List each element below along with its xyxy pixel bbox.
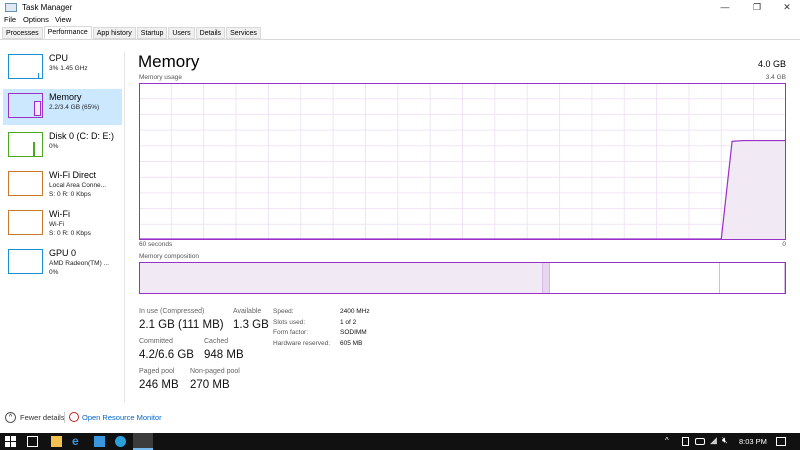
property-label: Speed: <box>273 308 294 315</box>
tab-details[interactable]: Details <box>195 27 226 39</box>
memory-usage-label: Memory usage <box>139 74 182 81</box>
stat-value: 1.3 GB <box>233 319 269 331</box>
start-windows-icon[interactable] <box>5 436 16 447</box>
chevron-up-icon[interactable]: ^ <box>5 412 16 423</box>
sidebar-item-name: CPU <box>49 53 69 63</box>
page-title: Memory <box>138 52 200 71</box>
total-memory: 4.0 GB <box>757 59 786 69</box>
sidebar-item-wi-fi[interactable]: Wi-Fi Wi-Fi S: 0 R: 0 Kbps <box>3 206 122 242</box>
usage-max-label: 3.4 GB <box>765 74 786 81</box>
minimize-button[interactable]: — <box>710 0 740 14</box>
property-value: SODIMM <box>340 329 367 336</box>
menu-view[interactable]: View <box>55 15 71 24</box>
tab-divider <box>0 39 800 40</box>
sidebar-item-subdetail: 0% <box>49 269 59 276</box>
tab-services[interactable]: Services <box>226 27 261 39</box>
property-value: 605 MB <box>340 339 363 347</box>
sidebar-item-detail: 2.2/3.4 GB (65%) <box>49 104 100 111</box>
sidebar-item-wi-fi[interactable]: Wi-Fi Direct Local Area Conne... S: 0 R: 0… <box>3 167 122 203</box>
open-resource-monitor-link[interactable]: Open Resource Monitor <box>82 413 162 422</box>
tab-bar: Processes Performance App history Startu… <box>2 26 262 39</box>
file-explorer-icon[interactable] <box>51 436 62 447</box>
sidebar-item-detail: Wi-Fi <box>49 221 65 228</box>
stat-label: In use (Compressed) <box>139 308 205 315</box>
stat-value: 246 MB <box>139 379 179 391</box>
sidebar-divider <box>124 52 125 402</box>
stat-value: 2.1 GB (111 MB) <box>139 319 224 331</box>
task-view-icon[interactable] <box>27 436 38 447</box>
telegram-icon[interactable] <box>115 436 126 447</box>
tablet-icon[interactable] <box>682 437 689 446</box>
tab-users[interactable]: Users <box>168 27 195 39</box>
sidebar-thumbnail-graph <box>8 249 43 274</box>
composition-segment-free <box>720 263 785 293</box>
composition-segment-in-use <box>140 263 544 293</box>
task-manager-taskbar-button[interactable] <box>133 433 153 450</box>
sidebar-item-name: Wi-Fi Direct <box>49 170 96 180</box>
tab-startup[interactable]: Startup <box>136 27 168 39</box>
stat-value: 4.2/6.6 GB <box>139 349 194 361</box>
sidebar-item-name: Wi-Fi <box>49 209 70 219</box>
mail-icon[interactable] <box>94 436 105 447</box>
sidebar-item-detail: 0% <box>49 143 59 150</box>
x-axis-left-label: 60 seconds <box>139 241 173 248</box>
sidebar-thumbnail-graph <box>8 210 43 235</box>
tab-app-history[interactable]: App history <box>92 27 136 39</box>
sidebar-item-name: Memory <box>49 92 82 102</box>
stat-label: Available <box>233 308 262 315</box>
menu-options[interactable]: Options <box>23 15 49 24</box>
memory-composition-label: Memory composition <box>139 253 199 260</box>
sidebar-item-detail: Local Area Conne... <box>49 182 107 189</box>
edge-icon[interactable]: e <box>72 435 83 447</box>
sidebar-thumbnail-graph <box>8 93 43 118</box>
sidebar-thumbnail-graph <box>8 171 43 196</box>
window-title: Task Manager <box>22 3 73 12</box>
stat-label: Committed <box>139 338 173 345</box>
sidebar-item-subdetail: S: 0 R: 0 Kbps <box>49 191 91 198</box>
task-manager-icon <box>5 3 17 12</box>
sidebar-item-cpu[interactable]: CPU 3% 1.45 GHz <box>3 50 122 86</box>
maximize-button[interactable]: ❐ <box>742 0 772 14</box>
resource-monitor-icon <box>69 412 79 422</box>
stat-label: Paged pool <box>139 368 175 375</box>
sidebar-item-name: GPU 0 <box>49 248 77 258</box>
property-value: 1 of 2 <box>340 318 357 326</box>
x-axis-right-label: 0 <box>782 241 786 248</box>
stat-value: 270 MB <box>190 379 230 391</box>
sidebar-thumbnail-graph <box>8 132 43 157</box>
tab-performance[interactable]: Performance <box>43 26 92 39</box>
stat-label: Non-paged pool <box>190 368 240 375</box>
tab-processes[interactable]: Processes <box>2 27 43 39</box>
stat-value: 948 MB <box>204 349 244 361</box>
close-button[interactable]: ✕ <box>772 0 800 14</box>
sidebar-item-name: Disk 0 (C: D: E:) <box>49 131 115 141</box>
battery-icon[interactable] <box>695 438 705 445</box>
composition-segment-standby <box>549 263 721 293</box>
memory-usage-chart <box>139 83 786 240</box>
volume-muted-icon[interactable]: 🔇︎ <box>722 435 728 446</box>
property-value: 2400 MHz <box>340 308 370 315</box>
sidebar-item-disk[interactable]: Disk 0 (C: D: E:) 0% <box>3 128 122 164</box>
property-label: Form factor: <box>273 329 309 336</box>
sidebar-item-subdetail: S: 0 R: 0 Kbps <box>49 230 91 237</box>
sidebar-item-gpu[interactable]: GPU 0 AMD Radeon(TM) ... 0% <box>3 245 122 281</box>
property-label: Hardware reserved: <box>273 339 331 347</box>
memory-composition-bar <box>139 262 786 294</box>
sidebar-item-detail: 3% 1.45 GHz <box>49 65 88 72</box>
footer-divider <box>64 412 65 423</box>
sidebar-thumbnail-graph <box>8 54 43 79</box>
sidebar-item-detail: AMD Radeon(TM) ... <box>49 260 109 267</box>
wifi-icon[interactable]: ◢ <box>710 435 717 446</box>
clock[interactable]: 8:03 PM <box>739 437 767 446</box>
menu-file[interactable]: File <box>4 15 16 24</box>
fewer-details-link[interactable]: Fewer details <box>20 413 65 422</box>
property-label: Slots used: <box>273 318 306 326</box>
stat-label: Cached <box>204 338 229 345</box>
chevron-up-tray-icon[interactable]: ^ <box>665 436 669 445</box>
action-center-icon[interactable] <box>776 437 786 446</box>
sidebar-item-memory[interactable]: Memory 2.2/3.4 GB (65%) <box>3 89 122 125</box>
